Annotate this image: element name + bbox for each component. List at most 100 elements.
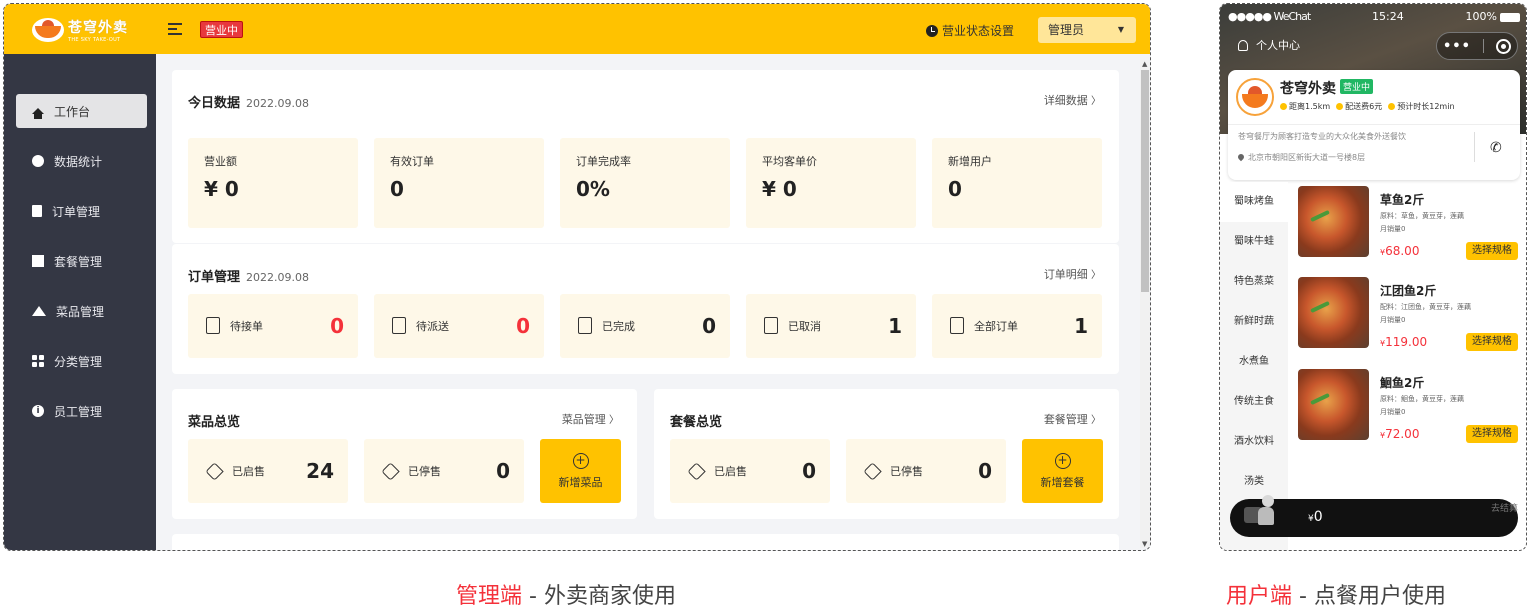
- metric-new-users: 新增用户 0: [932, 138, 1102, 228]
- order-status-label: 全部订单: [974, 320, 1018, 333]
- dish-off-sale: 已停售 0: [364, 439, 524, 503]
- sidebar-item-label: 分类管理: [54, 354, 103, 369]
- category-item[interactable]: 新鲜时蔬: [1220, 302, 1288, 342]
- dish-sales: 月销量0: [1380, 408, 1406, 416]
- tag-icon: [205, 462, 224, 481]
- mobile-window: ●●●●● WeChat 15:24 100% 个人中心 ••• 苍穹外卖 营业…: [1219, 3, 1527, 551]
- dish-image: [1298, 277, 1369, 348]
- checkout-button[interactable]: 去结算: [1491, 501, 1518, 514]
- order-status-cancelled[interactable]: 已取消 1: [746, 294, 916, 358]
- on-sale-label: 已启售: [232, 465, 265, 478]
- sidebar-item-employees[interactable]: i 员工管理: [16, 394, 147, 428]
- tag-icon: [687, 462, 706, 481]
- order-detail-link[interactable]: 订单明细: [1044, 266, 1101, 282]
- order-status-count: 1: [1074, 314, 1088, 338]
- dish-image: [1298, 369, 1369, 440]
- category-item[interactable]: 传统主食: [1220, 382, 1288, 422]
- dish-item: 江团鱼2斤 配料：江团鱼，黄豆芽，莲藕 月销量0 ¥119.00 选择规格: [1298, 277, 1523, 357]
- vertical-scrollbar[interactable]: ▲ ▼: [1140, 60, 1150, 548]
- next-card: [172, 534, 1119, 550]
- off-sale-label: 已停售: [890, 465, 923, 478]
- dish-price-value: 72.00: [1385, 427, 1420, 441]
- detail-data-link[interactable]: 详细数据: [1044, 92, 1101, 108]
- dish-management-link[interactable]: 菜品管理: [562, 411, 619, 427]
- scroll-up-icon[interactable]: ▲: [1142, 60, 1147, 68]
- order-cancelled-icon: [764, 317, 778, 334]
- admin-caption-text: - 外卖商家使用: [522, 584, 676, 609]
- scroll-down-icon[interactable]: ▼: [1142, 540, 1147, 548]
- more-icon[interactable]: •••: [1443, 39, 1471, 54]
- category-item[interactable]: 蜀味牛蛙: [1220, 222, 1288, 262]
- logo-subtitle: THE SKY TAKE-OUT: [68, 37, 121, 43]
- sidebar-item-setmeals[interactable]: 套餐管理: [16, 244, 147, 278]
- category-item[interactable]: 水煮鱼: [1220, 342, 1288, 382]
- logo[interactable]: 苍穹外卖 THE SKY TAKE-OUT: [32, 17, 128, 43]
- select-spec-button[interactable]: 选择规格: [1466, 333, 1518, 351]
- order-status-completed[interactable]: 已完成 0: [560, 294, 730, 358]
- metric-value: 0%: [576, 177, 610, 201]
- card-title: 今日数据: [188, 96, 241, 111]
- delivery-rider-icon: [1236, 489, 1278, 537]
- close-target-icon[interactable]: [1495, 38, 1511, 54]
- sidebar-item-categories[interactable]: 分类管理: [16, 344, 147, 378]
- metric-value: ¥ 0: [762, 177, 797, 201]
- order-status-pending[interactable]: 待接单 0: [188, 294, 358, 358]
- shop-eta: 预计时长12min: [1397, 102, 1455, 111]
- dish-sales: 月销量0: [1380, 316, 1406, 324]
- user-dropdown[interactable]: 管理员 ▼: [1038, 17, 1136, 43]
- select-spec-button[interactable]: 选择规格: [1466, 242, 1518, 260]
- dish-ingredients: 原料：草鱼，黄豆芽，莲藕: [1380, 212, 1464, 220]
- order-management-card: 订单管理 2022.09.08 订单明细 待接单 0 待派送 0 已完成 0 已取…: [172, 244, 1119, 374]
- metric-valid-orders: 有效订单 0: [374, 138, 544, 228]
- user-caption-text: - 点餐用户使用: [1292, 584, 1446, 609]
- business-status-setting-button[interactable]: 营业状态设置: [926, 22, 1014, 39]
- status-bar: ●●●●● WeChat 15:24 100%: [1228, 10, 1520, 23]
- dish-ingredients: 原料：鮰鱼，黄豆芽，莲藕: [1380, 395, 1464, 403]
- dish-name: 江团鱼2斤: [1380, 284, 1437, 298]
- dish-overview-card: 菜品总览 菜品管理 已启售 24 已停售 0 + 新增菜品: [172, 389, 637, 519]
- menu-toggle-icon[interactable]: [168, 23, 182, 35]
- add-dish-button[interactable]: + 新增菜品: [540, 439, 621, 503]
- add-setmeal-button[interactable]: + 新增套餐: [1022, 439, 1103, 503]
- order-status-label: 待派送: [416, 320, 449, 333]
- setmeal-on-sale: 已启售 0: [670, 439, 830, 503]
- order-status-to-deliver[interactable]: 待派送 0: [374, 294, 544, 358]
- personal-center-button[interactable]: 个人中心: [1238, 37, 1300, 53]
- category-item[interactable]: 酒水饮料: [1220, 422, 1288, 462]
- today-data-card: 今日数据 2022.09.08 详细数据 营业额 ¥ 0 有效订单 0 订单完成率…: [172, 70, 1119, 243]
- category-item[interactable]: 特色蒸菜: [1220, 262, 1288, 302]
- metric-value: 0: [390, 177, 404, 201]
- business-status-badge: 营业中: [200, 21, 243, 38]
- dish-ingredients: 配料：江团鱼，黄豆芽，莲藕: [1380, 303, 1471, 311]
- metric-value: 0: [948, 177, 962, 201]
- clock-icon: [926, 24, 938, 37]
- clipboard-icon: [32, 205, 42, 217]
- category-item[interactable]: 蜀味烤鱼: [1220, 182, 1288, 222]
- sidebar-item-workbench[interactable]: 工作台: [16, 94, 147, 128]
- card-title: 套餐总览: [670, 415, 723, 430]
- shop-address-text: 北京市朝阳区新街大道一号楼8层: [1248, 153, 1366, 162]
- sidebar-item-orders[interactable]: 订单管理: [16, 194, 147, 228]
- add-dish-label: 新增菜品: [558, 476, 603, 489]
- select-spec-button[interactable]: 选择规格: [1466, 425, 1518, 443]
- sidebar-item-dishes[interactable]: 菜品管理: [16, 294, 147, 328]
- order-pending-icon: [206, 317, 220, 334]
- sidebar-item-statistics[interactable]: 数据统计: [16, 144, 147, 178]
- sidebar-item-label: 订单管理: [52, 204, 101, 219]
- dish-icon: [32, 306, 46, 316]
- phone-icon[interactable]: ✆: [1490, 140, 1502, 156]
- user-caption-highlight: 用户端: [1226, 584, 1293, 609]
- off-sale-count: 0: [496, 459, 510, 483]
- battery-icon: [1499, 12, 1520, 22]
- user-caption: 用户端 - 点餐用户使用: [1226, 578, 1446, 610]
- metric-avg-price: 平均客单价 ¥ 0: [746, 138, 916, 228]
- order-status-all[interactable]: 全部订单 1: [932, 294, 1102, 358]
- order-status-count: 0: [516, 314, 530, 338]
- cart-bar[interactable]: ¥0 去结算: [1230, 495, 1518, 537]
- setmeal-management-link[interactable]: 套餐管理: [1044, 411, 1101, 427]
- top-bar: 苍穹外卖 THE SKY TAKE-OUT 营业中 营业状态设置 管理员 ▼: [4, 4, 1150, 54]
- order-list-icon: [950, 317, 964, 334]
- sidebar: 工作台 数据统计 订单管理 套餐管理 菜品管理 分类管理 i 员工管理: [4, 54, 156, 550]
- scrollbar-thumb[interactable]: [1141, 70, 1149, 292]
- dish-item: 鮰鱼2斤 原料：鮰鱼，黄豆芽，莲藕 月销量0 ¥72.00 选择规格: [1298, 369, 1523, 449]
